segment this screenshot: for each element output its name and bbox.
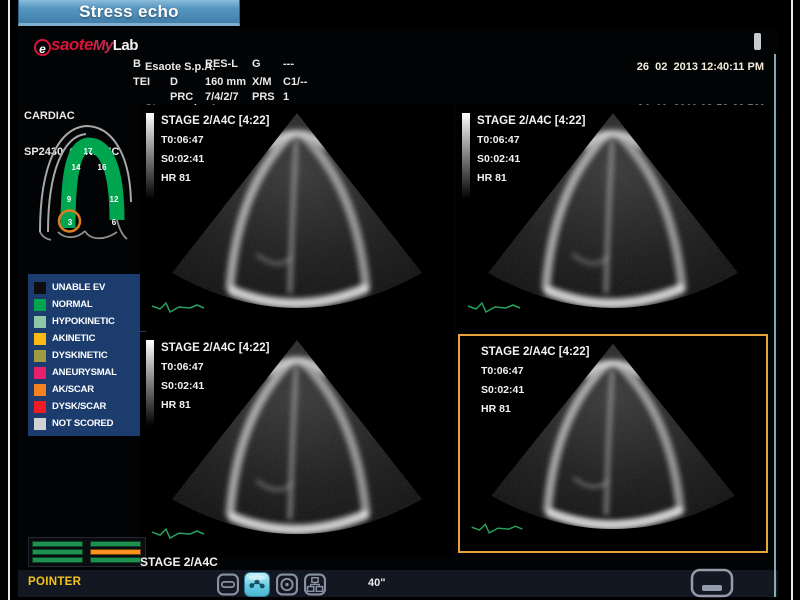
eject-icon[interactable] bbox=[690, 568, 734, 598]
screenshot-root: Stress echo esaoteMyLab Esaote S.p.A. St… bbox=[0, 0, 800, 600]
echo-quadrant-bottom-right-selected[interactable]: STAGE 2/A4C [4:22] T0:06:47 S0:02:41 HR … bbox=[458, 334, 768, 553]
legend-item-dyskinetic[interactable]: DYSKINETIC bbox=[32, 347, 142, 364]
time-label: T0:06:47 bbox=[161, 131, 269, 150]
legend-item-ak-scar[interactable]: AK/SCAR bbox=[32, 381, 142, 398]
score-swatch bbox=[34, 401, 46, 413]
stage-label: STAGE 2/A4C [4:22] bbox=[477, 112, 585, 131]
current-stage-label: STAGE 2/A4C bbox=[140, 555, 218, 569]
stage-bar-group-1 bbox=[32, 541, 83, 565]
echo-quadrant-top-right[interactable]: STAGE 2/A4C [4:22] T0:06:47 S0:02:41 HR … bbox=[456, 105, 770, 331]
param-res: RES-L bbox=[205, 58, 238, 70]
param-tei: TEI bbox=[133, 76, 150, 88]
heart-rate-label: HR 81 bbox=[161, 169, 269, 188]
lv-segment-diagram[interactable]: 17 14 16 9 12 3 6 bbox=[28, 110, 142, 242]
param-g: G bbox=[252, 58, 261, 70]
param-prs-val: 1 bbox=[283, 91, 289, 103]
heart-rate-label: HR 81 bbox=[481, 400, 589, 419]
clip-labels: STAGE 2/A4C [4:22] T0:06:47 S0:02:41 HR … bbox=[477, 112, 585, 188]
grayscale-bar bbox=[146, 340, 154, 426]
drive-icon[interactable] bbox=[216, 573, 240, 596]
monitor-bezel-right bbox=[791, 0, 793, 600]
score-swatch bbox=[34, 350, 46, 362]
echo-quadrant-top-left[interactable]: STAGE 2/A4C [4:22] T0:06:47 S0:02:41 HR … bbox=[140, 105, 454, 331]
score-swatch bbox=[34, 282, 46, 294]
echo-quadrant-bottom-left[interactable]: STAGE 2/A4C [4:22] T0:06:47 S0:02:41 HR … bbox=[140, 332, 454, 557]
param-prs: PRS bbox=[252, 91, 275, 103]
legend-item-not-scored[interactable]: NOT SCORED bbox=[32, 415, 142, 432]
segment-14[interactable]: 14 bbox=[72, 163, 81, 172]
heart-rate-label: HR 81 bbox=[477, 169, 585, 188]
logo-e-icon: e bbox=[34, 39, 51, 56]
clip-labels: STAGE 2/A4C [4:22] T0:06:47 S0:02:41 HR … bbox=[161, 339, 269, 415]
grayscale-bar bbox=[146, 113, 154, 199]
stage-progress-panel bbox=[28, 537, 146, 567]
right-accent-line bbox=[774, 54, 776, 597]
stage-bar bbox=[32, 549, 83, 555]
application-screen: esaoteMyLab Esaote S.p.A. Stress echo 1 … bbox=[18, 28, 778, 597]
stage-time-label: S0:02:41 bbox=[161, 150, 269, 169]
disc-icon[interactable] bbox=[275, 573, 299, 596]
tab-label: Stress echo bbox=[79, 2, 179, 22]
legend-item-aneurysmal[interactable]: ANEURYSMAL bbox=[32, 364, 142, 381]
param-c1: C1/-- bbox=[283, 76, 307, 88]
score-swatch bbox=[34, 367, 46, 379]
stage-bar bbox=[32, 557, 83, 563]
clip-labels: STAGE 2/A4C [4:22] T0:06:47 S0:02:41 HR … bbox=[481, 343, 589, 419]
stage-label: STAGE 2/A4C [4:22] bbox=[481, 343, 589, 362]
legend-item-unable[interactable]: UNABLE EV bbox=[32, 279, 142, 296]
tab-stress-echo[interactable]: Stress echo bbox=[18, 0, 240, 26]
network-icon[interactable] bbox=[303, 573, 327, 596]
legend-item-hypokinetic[interactable]: HYPOKINETIC bbox=[32, 313, 142, 330]
score-swatch bbox=[34, 418, 46, 430]
param-dash: --- bbox=[283, 58, 294, 70]
stage-label: STAGE 2/A4C [4:22] bbox=[161, 339, 269, 358]
grayscale-bar bbox=[462, 113, 470, 199]
param-d: D bbox=[170, 76, 178, 88]
pointer-mode-label: POINTER bbox=[28, 576, 81, 588]
clip-labels: STAGE 2/A4C [4:22] T0:06:47 S0:02:41 HR … bbox=[161, 112, 269, 188]
stage-time-label: S0:02:41 bbox=[481, 381, 589, 400]
segment-3[interactable]: 3 bbox=[68, 218, 73, 227]
score-swatch bbox=[34, 384, 46, 396]
segment-17[interactable]: 17 bbox=[84, 147, 93, 156]
stage-bar bbox=[32, 541, 83, 547]
score-swatch bbox=[34, 299, 46, 311]
time-label: T0:06:47 bbox=[161, 358, 269, 377]
stage-label: STAGE 2/A4C [4:22] bbox=[161, 112, 269, 131]
stage-bar bbox=[90, 557, 141, 563]
acquisition-parameters: B RES-L G --- TEI D 160 mm X/M C1/-- PRC… bbox=[133, 58, 353, 108]
datetime-current: 26 02 2013 12:40:11 PM bbox=[637, 60, 764, 74]
stage-bar-active bbox=[90, 549, 141, 555]
param-prc: PRC bbox=[170, 91, 193, 103]
legend-item-normal[interactable]: NORMAL bbox=[32, 296, 142, 313]
param-mode: B bbox=[133, 58, 141, 70]
time-label: T0:06:47 bbox=[481, 362, 589, 381]
time-label: T0:06:47 bbox=[477, 131, 585, 150]
segment-9[interactable]: 9 bbox=[67, 195, 72, 204]
param-depth: 160 mm bbox=[205, 76, 246, 88]
stage-time-label: S0:02:41 bbox=[161, 377, 269, 396]
stage-bar-group-2 bbox=[90, 541, 141, 565]
segment-16[interactable]: 16 bbox=[98, 163, 107, 172]
monitor-bezel-left bbox=[8, 0, 10, 600]
score-swatch bbox=[34, 333, 46, 345]
monitor-size-label: 40" bbox=[368, 577, 385, 589]
segment-6[interactable]: 6 bbox=[112, 218, 117, 227]
stage-time-label: S0:02:41 bbox=[477, 150, 585, 169]
esaote-mylab-logo: esaoteMyLab bbox=[34, 35, 138, 56]
param-prc-val: 7/4/2/7 bbox=[205, 91, 239, 103]
score-swatch bbox=[34, 316, 46, 328]
trackball-icon[interactable] bbox=[245, 573, 269, 596]
param-xm: X/M bbox=[252, 76, 272, 88]
legend-item-dysk-scar[interactable]: DYSK/SCAR bbox=[32, 398, 142, 415]
score-legend: UNABLE EV NORMAL HYPOKINETIC AKINETIC DY… bbox=[28, 274, 146, 436]
segment-12[interactable]: 12 bbox=[110, 195, 119, 204]
stage-bar bbox=[90, 541, 141, 547]
legend-item-akinetic[interactable]: AKINETIC bbox=[32, 330, 142, 347]
bottom-toolbar bbox=[18, 570, 778, 597]
heart-rate-label: HR 81 bbox=[161, 396, 269, 415]
